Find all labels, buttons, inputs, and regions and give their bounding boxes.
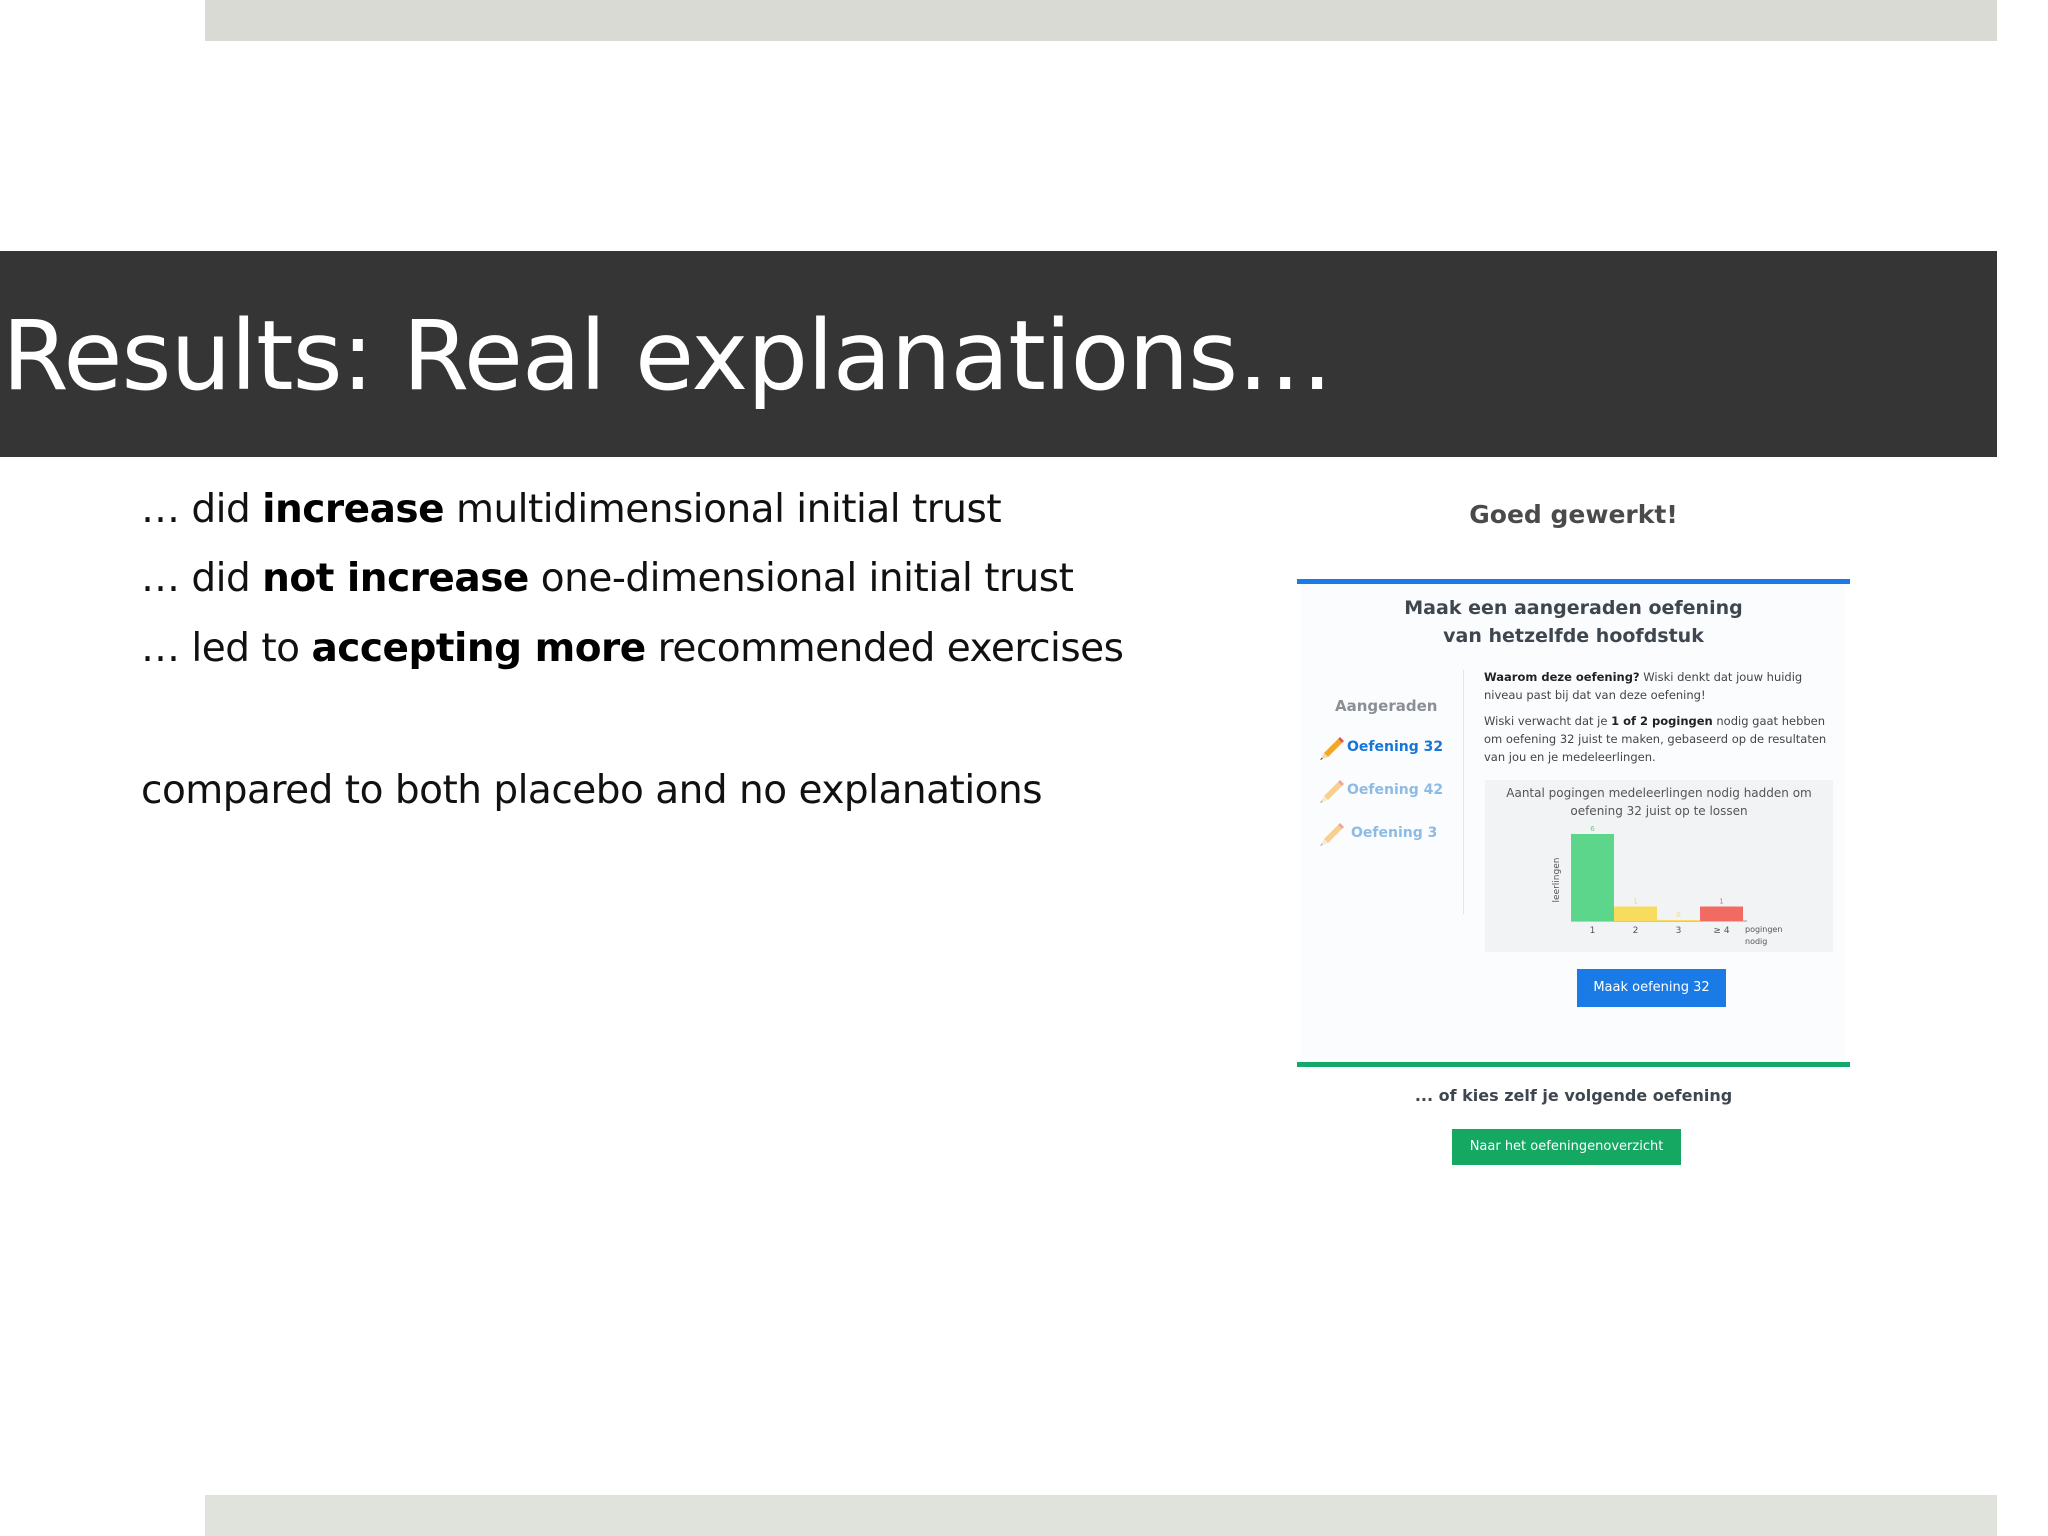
- bullet-item: … led to accepting more recommended exer…: [141, 623, 1124, 675]
- chart-bar: [1700, 906, 1743, 921]
- exercise-label: Oefening 42: [1347, 782, 1444, 798]
- exercise-label: Oefening 32: [1347, 739, 1444, 755]
- bottom-decorative-strip: [205, 1495, 1997, 1536]
- slide-title: Results: Real explanations…: [2, 300, 1333, 412]
- expectation-prefix: Wiski verwacht dat je: [1484, 714, 1612, 728]
- green-divider: [1297, 1062, 1850, 1067]
- bullet-text: … did: [141, 556, 263, 601]
- recommendation-heading-line: Maak een aangeraden oefening: [1404, 597, 1743, 619]
- chart-bar: [1657, 920, 1700, 921]
- bullet-text: … led to: [141, 626, 312, 671]
- bullet-text: … did: [141, 487, 263, 532]
- chart-bar: [1571, 834, 1614, 921]
- exercise-item-3[interactable]: Oefening 3: [1315, 818, 1437, 848]
- x-axis-label: nodig: [1745, 937, 1767, 946]
- make-exercise-button[interactable]: Maak oefening 32: [1577, 969, 1726, 1007]
- bullet-emphasis: accepting more: [311, 626, 646, 671]
- comparison-text: compared to both placebo and no explanat…: [141, 768, 1043, 813]
- bullet-text: one-dimensional initial trust: [528, 556, 1074, 601]
- sidebar-title: Aangeraden: [1335, 697, 1438, 715]
- bullet-text: multidimensional initial trust: [444, 487, 1002, 532]
- recommendation-heading: Maak een aangeraden oefening van hetzelf…: [1297, 594, 1850, 650]
- bullet-emphasis: not increase: [262, 556, 529, 601]
- feedback-heading: Goed gewerkt!: [1469, 500, 1678, 529]
- choose-yourself-text: ... of kies zelf je volgende oefening: [1414, 1086, 1733, 1105]
- why-label: Waarom deze oefening?: [1484, 670, 1640, 684]
- bar-value-label: 1: [1719, 898, 1723, 906]
- x-tick-label: 3: [1676, 926, 1682, 936]
- x-axis-label: pogingen: [1745, 925, 1782, 934]
- x-tick-label: 2: [1633, 926, 1639, 936]
- why-explanation: Waarom deze oefening? Wiski denkt dat jo…: [1484, 668, 1844, 704]
- recommendation-heading-line: van hetzelfde hoofdstuk: [1443, 625, 1704, 647]
- chart-plot: leerlingen 6 1 1 2 0 3 1 ≥ 4 pogingen nodig: [1552, 825, 1782, 946]
- x-tick-label: ≥ 4: [1713, 926, 1729, 936]
- bar-value-label: 0: [1676, 911, 1680, 919]
- bullet-item: … did increase multidimensional initial …: [141, 484, 1002, 536]
- attempts-chart: Aantal pogingen medeleerlingen nodig had…: [1485, 780, 1833, 952]
- embedded-app-screenshot: Goed gewerkt! Maak een aangeraden oefeni…: [1297, 480, 1850, 1180]
- bullet-text: recommended exercises: [645, 626, 1124, 671]
- expectation-emphasis: 1 of 2 pogingen: [1611, 714, 1713, 728]
- pencil-icon: [1320, 737, 1344, 760]
- vertical-separator: [1463, 670, 1464, 914]
- expectation-text: Wiski verwacht dat je 1 of 2 pogingen no…: [1484, 712, 1844, 766]
- bullet-emphasis: increase: [262, 487, 445, 532]
- bullet-item: … did not increase one-dimensional initi…: [141, 553, 1074, 605]
- bar-value-label: 6: [1590, 825, 1595, 833]
- x-tick-label: 1: [1590, 926, 1596, 936]
- pencil-icon: [1320, 823, 1344, 846]
- exercise-label: Oefening 3: [1351, 825, 1438, 841]
- chart-bar: [1614, 906, 1657, 921]
- pencil-icon: [1320, 780, 1344, 803]
- bar-value-label: 1: [1633, 898, 1637, 906]
- exercise-item-32[interactable]: Oefening 32: [1315, 732, 1443, 762]
- top-decorative-strip: [205, 0, 1997, 41]
- exercise-overview-button[interactable]: Naar het oefeningenoverzicht: [1452, 1129, 1681, 1165]
- y-axis-label: leerlingen: [1552, 858, 1562, 903]
- exercise-item-42[interactable]: Oefening 42: [1315, 775, 1443, 805]
